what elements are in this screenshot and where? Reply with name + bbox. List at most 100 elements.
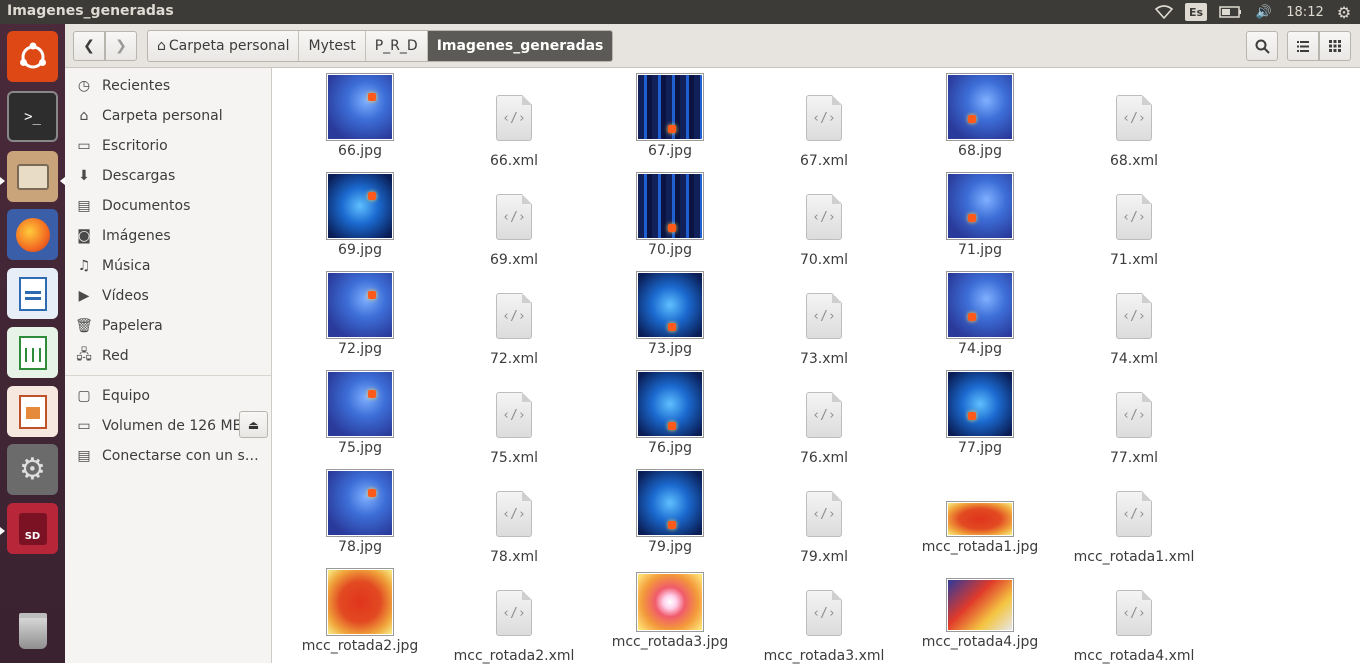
eject-button[interactable]: ⏏ (239, 411, 268, 438)
terminal-icon[interactable]: >_ (7, 91, 58, 142)
file-item[interactable]: ‹/› 79.xml (749, 469, 899, 565)
file-item[interactable]: ‹/› mcc_rotada1.xml (1059, 469, 1209, 565)
image-thumbnail (636, 370, 704, 438)
crumb-home[interactable]: ⌂ Carpeta personal (148, 31, 300, 61)
sd-card-icon[interactable]: SD (7, 503, 58, 554)
sidebar-item[interactable]: ⬇ Descargas (65, 161, 271, 191)
volume-icon[interactable]: 🔊 (1253, 2, 1275, 22)
files-icon[interactable] (7, 151, 58, 202)
file-name: mcc_rotada1.jpg (921, 539, 1039, 555)
firefox-icon[interactable] (7, 209, 58, 260)
file-name: mcc_rotada4.jpg (921, 634, 1039, 650)
trash-icon: 🗑 (75, 318, 93, 334)
file-item[interactable]: ‹/› mcc_rotada3.xml (749, 568, 899, 664)
file-item[interactable]: 71.jpg (905, 172, 1055, 258)
thermal-hotspot (668, 422, 676, 430)
file-item[interactable]: ‹/› mcc_rotada4.xml (1059, 568, 1209, 664)
sidebar-item[interactable]: ▢ Equipo (65, 381, 271, 411)
window-title: Imagenes_generadas (7, 3, 174, 19)
battery-icon[interactable] (1218, 2, 1244, 22)
file-item[interactable]: ‹/› 76.xml (749, 370, 899, 466)
keyboard-layout-indicator[interactable]: Es (1185, 3, 1207, 21)
sidebar-item[interactable]: ♫ Música (65, 251, 271, 281)
list-view-button[interactable] (1287, 31, 1319, 61)
xml-file-icon: ‹/› (496, 194, 532, 240)
file-name: mcc_rotada2.jpg (301, 638, 419, 654)
file-item[interactable]: ‹/› 70.xml (749, 172, 899, 268)
sidebar-item-label: Equipo (102, 388, 150, 404)
file-name: 78.xml (489, 549, 539, 565)
file-item[interactable]: ‹/› 77.xml (1059, 370, 1209, 466)
trash-icon[interactable] (7, 605, 58, 656)
sidebar-item[interactable]: 🗑 Papelera (65, 311, 271, 341)
file-item[interactable]: mcc_rotada3.jpg (595, 568, 745, 650)
file-item[interactable]: 75.jpg (285, 370, 435, 456)
file-item[interactable]: 72.jpg (285, 271, 435, 357)
home-icon: ⌂ (157, 38, 166, 54)
file-item[interactable]: ‹/› 66.xml (439, 73, 589, 169)
file-item[interactable]: 78.jpg (285, 469, 435, 555)
file-item[interactable]: 76.jpg (595, 370, 745, 456)
file-item[interactable]: ‹/› 78.xml (439, 469, 589, 565)
image-thumbnail (326, 172, 394, 240)
sidebar-item[interactable]: ⌂ Carpeta personal (65, 101, 271, 131)
sidebar-item[interactable]: ◙ Imágenes (65, 221, 271, 251)
file-item[interactable]: ‹/› 75.xml (439, 370, 589, 466)
file-item[interactable]: ‹/› 72.xml (439, 271, 589, 367)
ubuntu-dash-icon[interactable] (7, 31, 58, 82)
file-item[interactable]: 77.jpg (905, 370, 1055, 456)
file-item[interactable]: ‹/› 71.xml (1059, 172, 1209, 268)
sidebar-item[interactable]: ▭ Escritorio (65, 131, 271, 161)
settings-icon[interactable]: ⚙ (7, 444, 58, 495)
image-thumbnail (636, 271, 704, 339)
wifi-icon[interactable] (1153, 2, 1175, 22)
file-name: 71.jpg (958, 242, 1002, 258)
file-item[interactable]: 69.jpg (285, 172, 435, 258)
grid-view-button[interactable] (1319, 31, 1351, 61)
calc-icon[interactable] (7, 327, 58, 378)
writer-icon[interactable] (7, 268, 58, 319)
file-name: 71.xml (1109, 252, 1159, 268)
file-item[interactable]: 67.jpg (595, 73, 745, 159)
file-item[interactable]: 79.jpg (595, 469, 745, 555)
forward-button[interactable]: ❯ (105, 31, 137, 61)
file-item[interactable]: 74.jpg (905, 271, 1055, 357)
clock[interactable]: 18:12 (1284, 2, 1326, 22)
sidebar-item[interactable]: ▤ Conectarse con un ser… (65, 441, 271, 471)
image-thumbnail (946, 271, 1014, 339)
file-name: mcc_rotada3.jpg (611, 634, 729, 650)
gear-icon[interactable]: ⚙ (1334, 2, 1354, 22)
thermal-hotspot (668, 521, 676, 529)
sidebar-item[interactable]: ◷ Recientes (65, 71, 271, 101)
file-item[interactable]: 66.jpg (285, 73, 435, 159)
file-item[interactable]: ‹/› 73.xml (749, 271, 899, 367)
impress-icon[interactable] (7, 386, 58, 437)
crumb-current[interactable]: Imagenes_generadas (427, 31, 613, 61)
search-button[interactable] (1246, 31, 1278, 61)
file-name: mcc_rotada4.xml (1073, 648, 1195, 664)
file-item[interactable]: ‹/› 74.xml (1059, 271, 1209, 367)
file-item[interactable]: ‹/› 67.xml (749, 73, 899, 169)
launcher-running-pip (0, 527, 5, 535)
file-item[interactable]: 73.jpg (595, 271, 745, 357)
file-item[interactable]: mcc_rotada1.jpg (905, 469, 1055, 555)
sidebar-item[interactable]: 🖧 Red (65, 341, 271, 371)
file-item[interactable]: ‹/› 69.xml (439, 172, 589, 268)
sidebar-item[interactable]: ▶ Vídeos (65, 281, 271, 311)
file-item[interactable]: mcc_rotada2.jpg (285, 568, 435, 654)
camera-icon: ◙ (77, 228, 91, 244)
image-thumbnail (636, 469, 704, 537)
crumb-mytest[interactable]: Mytest (299, 31, 366, 61)
sidebar-item[interactable]: ▤ Documentos (65, 191, 271, 221)
file-item[interactable]: 68.jpg (905, 73, 1055, 159)
crumb-prd[interactable]: P_R_D (366, 31, 428, 61)
file-item[interactable]: ‹/› mcc_rotada2.xml (439, 568, 589, 664)
file-item[interactable]: 70.jpg (595, 172, 745, 258)
file-item[interactable]: mcc_rotada4.jpg (905, 568, 1055, 650)
xml-file-icon: ‹/› (806, 194, 842, 240)
back-button[interactable]: ❮ (73, 31, 105, 61)
image-thumbnail (326, 568, 394, 636)
grid-view-icon (1329, 40, 1341, 52)
file-item[interactable]: ‹/› 68.xml (1059, 73, 1209, 169)
file-name: 78.jpg (338, 539, 382, 555)
